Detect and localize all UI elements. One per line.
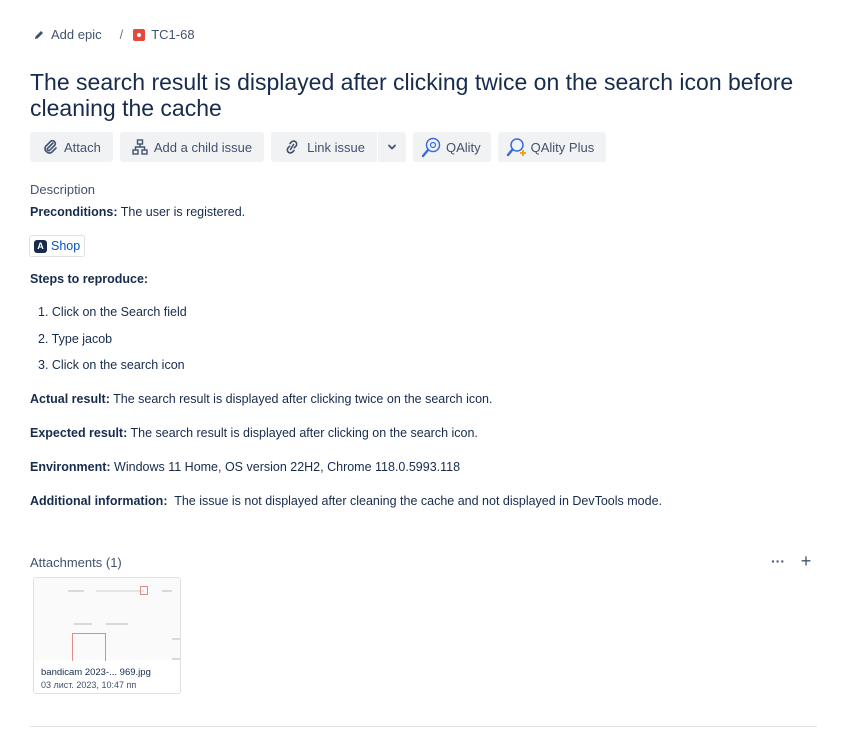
attachment-thumbnail [34, 578, 180, 661]
additional-info-line: Additional information: The issue is not… [30, 494, 662, 508]
issue-toolbar: Attach Add a child issue Link issue QAli… [30, 132, 607, 162]
attachment-file-name: bandicam 2023-... 969.jpg [41, 667, 151, 678]
actual-result-label: Actual result: [30, 392, 110, 406]
add-child-issue-label: Add a child issue [153, 139, 253, 155]
link-issue-button[interactable]: Link issue [271, 132, 377, 162]
qality-button[interactable]: QAlity [412, 132, 491, 162]
qality-plus-button[interactable]: QAlity Plus [497, 132, 607, 162]
link-issue-label: Link issue [307, 139, 365, 155]
chevron-down-icon [388, 144, 396, 150]
preconditions-text: The user is registered. [117, 205, 246, 219]
shop-link-label: Shop [51, 239, 81, 253]
link-issue-dropdown-button[interactable] [377, 132, 406, 162]
link-icon [286, 140, 298, 154]
angular-logo-icon: A [34, 239, 47, 253]
expected-result-label: Expected result: [30, 426, 128, 440]
environment-text: Windows 11 Home, OS version 22H2, Chrome… [110, 460, 461, 474]
issue-key-link[interactable]: TC1-68 [133, 27, 195, 42]
qality-icon [421, 137, 441, 158]
steps-heading: Steps to reproduce: [30, 272, 149, 286]
additional-info-text: The issue is not displayed after cleanin… [167, 494, 662, 508]
attachments-header: Attachments (1) [30, 555, 122, 570]
qality-plus-icon [506, 138, 526, 157]
preconditions-line: Preconditions: The user is registered. [30, 205, 245, 219]
hierarchy-icon [132, 139, 148, 155]
add-epic-label: Add epic [51, 27, 102, 42]
steps-list: 1. Click on the Search field 2. Type jac… [38, 305, 187, 385]
attachment-date: 03 лист. 2023, 10:47 пп [41, 680, 137, 690]
description-label: Description [30, 182, 96, 197]
attachments-add-button[interactable]: + [797, 551, 815, 571]
environment-label: Environment: [30, 460, 111, 474]
attach-button[interactable]: Attach [30, 132, 113, 162]
list-item: 1. Click on the Search field [38, 305, 187, 319]
paperclip-icon [44, 139, 57, 154]
qality-label: QAlity [445, 139, 481, 155]
expected-result-text: The search result is displayed after cli… [127, 426, 478, 440]
section-divider [30, 726, 817, 727]
environment-line: Environment: Windows 11 Home, OS version… [30, 460, 460, 474]
breadcrumb: Add epic / TC1-68 [33, 27, 195, 42]
additional-info-label: Additional information: [30, 494, 168, 508]
link-issue-group: Link issue [271, 132, 406, 162]
add-child-issue-button[interactable]: Add a child issue [119, 132, 265, 162]
attach-label: Attach [64, 139, 101, 155]
breadcrumb-separator: / [119, 27, 124, 42]
attachments-more-button[interactable]: ··· [769, 552, 787, 570]
pencil-icon [35, 30, 43, 39]
shop-link-chip[interactable]: A Shop [29, 235, 86, 257]
expected-result-line: Expected result: The search result is di… [30, 426, 478, 440]
actual-result-text: The search result is displayed after cli… [109, 392, 493, 406]
qality-plus-label: QAlity Plus [530, 139, 595, 155]
issue-title[interactable]: The search result is displayed after cli… [30, 69, 820, 121]
attachment-card[interactable]: bandicam 2023-... 969.jpg 03 лист. 2023,… [33, 577, 181, 694]
list-item: 3. Click on the search icon [38, 358, 185, 372]
add-epic-link[interactable]: Add epic [33, 27, 102, 42]
bug-icon [133, 28, 146, 41]
actual-result-line: Actual result: The search result is disp… [30, 392, 492, 406]
issue-key-label: TC1-68 [151, 27, 195, 42]
preconditions-label: Preconditions: [30, 205, 118, 219]
list-item: 2. Type jacob [38, 331, 113, 346]
